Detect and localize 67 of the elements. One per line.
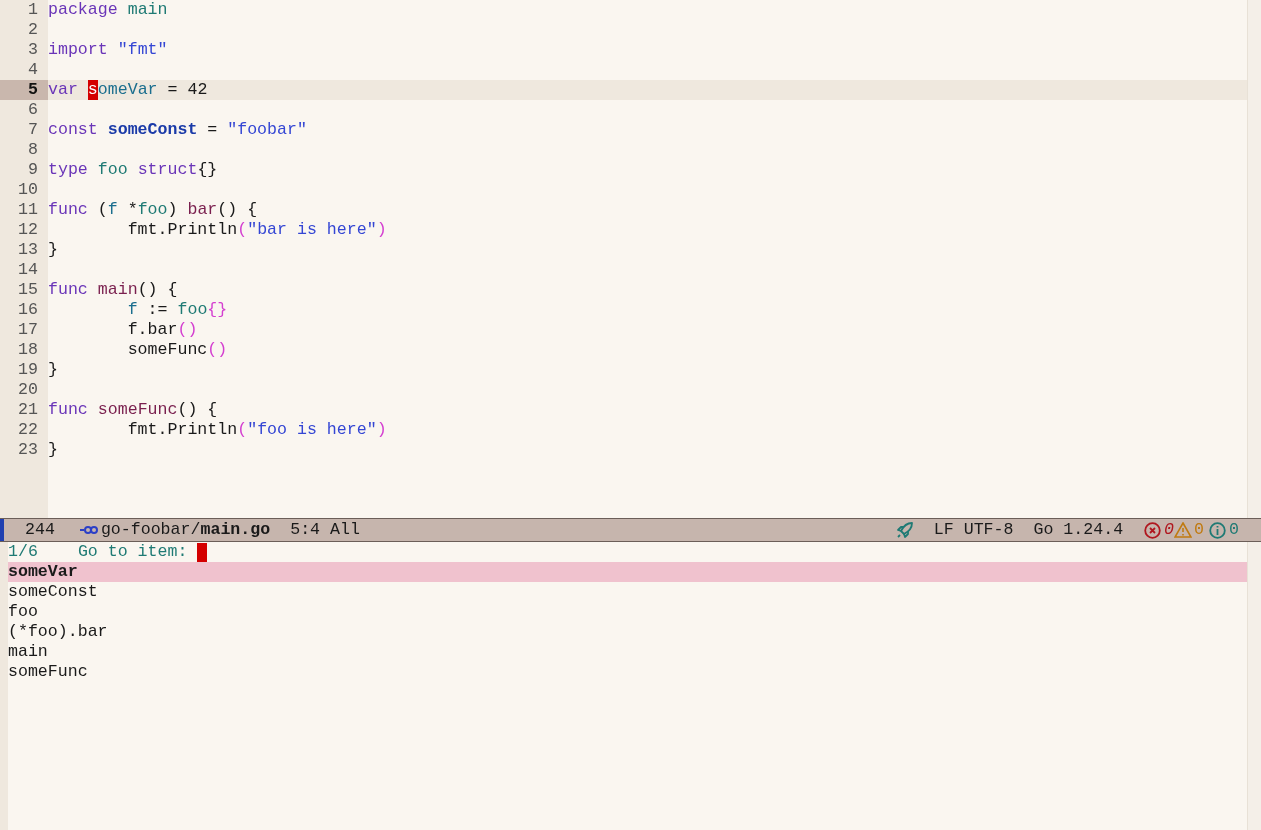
- code-line: fmt.Println("bar is here"): [126, 220, 387, 240]
- line-number: 12: [0, 220, 48, 240]
- scrollbar[interactable]: [1247, 542, 1261, 830]
- line-number: 15: [0, 280, 48, 300]
- line-number: 20: [0, 380, 48, 400]
- line-number: 2: [0, 20, 48, 40]
- code-line: func main() {: [48, 280, 178, 300]
- code-line: omeVar = 42: [97, 80, 208, 100]
- code-line: var: [48, 80, 79, 100]
- line-number: 9: [0, 160, 48, 180]
- code-line: func (f *foo) bar() {: [48, 200, 258, 220]
- text-cursor: s: [87, 80, 98, 100]
- code-line: const someConst = "foobar": [48, 120, 307, 140]
- language-version: Go 1.24.4: [1033, 520, 1124, 540]
- warning-icon: [1174, 522, 1193, 538]
- file-path: go-foobar/main.go: [100, 520, 271, 540]
- code-line: package main: [48, 0, 168, 20]
- code-line: someFunc(): [126, 340, 228, 360]
- completion-item[interactable]: foo: [8, 602, 1247, 622]
- error-count: 0: [1164, 520, 1175, 540]
- completion-item[interactable]: main: [8, 642, 1247, 662]
- code-line: }: [48, 240, 58, 260]
- cursor-position: 5:4 All: [290, 520, 360, 540]
- line-number: 13: [0, 240, 48, 260]
- completion-item[interactable]: someVar: [8, 562, 1247, 582]
- completion-item[interactable]: someFunc: [8, 662, 1247, 682]
- line-number: 1: [0, 0, 48, 20]
- info-icon: [1209, 521, 1227, 539]
- completion-item[interactable]: (*foo).bar: [8, 622, 1247, 642]
- code-line: }: [48, 360, 58, 380]
- code-line: import "fmt": [48, 40, 168, 60]
- rocket-icon: [895, 521, 914, 539]
- line-number: 11: [0, 200, 48, 220]
- line-number: 23: [0, 440, 48, 460]
- completion-item[interactable]: someConst: [8, 582, 1247, 602]
- buffer-size: 244: [25, 520, 55, 540]
- line-number: 4: [0, 60, 48, 80]
- line-number: 8: [0, 140, 48, 160]
- line-number: 3: [0, 40, 48, 60]
- code-line: }: [48, 440, 58, 460]
- info-count: 0: [1229, 520, 1239, 540]
- line-number: 6: [0, 100, 48, 120]
- line-number: 14: [0, 260, 48, 280]
- line-ending-encoding: LF UTF-8: [933, 520, 1014, 540]
- scrollbar[interactable]: [1247, 0, 1261, 518]
- line-number: 7: [0, 120, 48, 140]
- line-number-gutter: [0, 460, 48, 518]
- code-line: func someFunc() {: [48, 400, 218, 420]
- error-icon: [1144, 521, 1162, 539]
- line-number: 21: [0, 400, 48, 420]
- line-number: 10: [0, 180, 48, 200]
- input-cursor: [197, 542, 208, 562]
- warning-count: 0: [1194, 520, 1205, 540]
- code-line: type foo struct{}: [48, 160, 218, 180]
- code-line: fmt.Println("foo is here"): [126, 420, 387, 440]
- line-number: 18: [0, 340, 48, 360]
- line-number: 16: [0, 300, 48, 320]
- active-window-indicator: [0, 519, 4, 541]
- line-number: 19: [0, 360, 48, 380]
- code-line: f.bar(): [126, 320, 198, 340]
- line-number: 22: [0, 420, 48, 440]
- prompt-label: Go to item:: [77, 542, 188, 562]
- match-counter: 1/6: [8, 542, 38, 562]
- line-number: 17: [0, 320, 48, 340]
- link-icon: [79, 525, 98, 535]
- code-line: f := foo{}: [126, 300, 228, 320]
- line-number: 5: [0, 80, 48, 100]
